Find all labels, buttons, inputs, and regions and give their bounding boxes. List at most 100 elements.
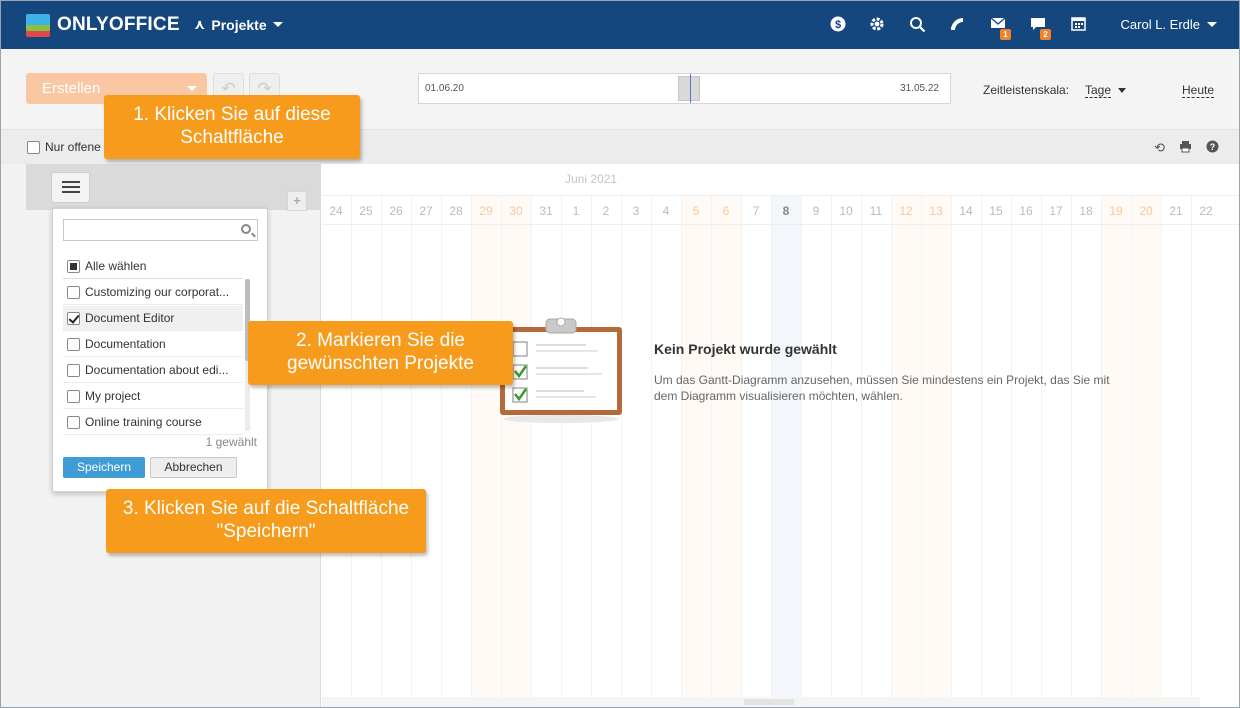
project-select-button[interactable] xyxy=(51,172,90,203)
search-icon[interactable] xyxy=(908,16,926,34)
day-label: 21 xyxy=(1169,204,1183,218)
month-label: Juni 2021 xyxy=(565,172,618,186)
logo[interactable]: ONLYOFFICE xyxy=(25,12,180,38)
timeline-slider[interactable]: 01.06.20 31.05.22 xyxy=(418,73,951,104)
search-icon xyxy=(241,224,251,234)
day-column xyxy=(322,195,351,705)
projects-icon: ⋏ xyxy=(194,16,206,32)
day-label: 7 xyxy=(752,204,760,218)
project-list-item[interactable]: Online training course xyxy=(63,410,243,435)
add-icon[interactable]: + xyxy=(287,191,307,211)
day-column xyxy=(741,195,771,705)
timeline-handle[interactable] xyxy=(678,76,700,101)
select-all-item[interactable]: Alle wählen xyxy=(63,254,243,279)
day-label: 14 xyxy=(959,204,973,218)
chevron-down-icon xyxy=(187,86,197,91)
callout-step-3-text: 3. Klicken Sie auf die Schaltfläche "Spe… xyxy=(122,498,410,542)
day-column xyxy=(441,195,471,705)
day-label: 18 xyxy=(1079,204,1093,218)
day-label: 16 xyxy=(1019,204,1033,218)
day-column xyxy=(771,195,801,705)
only-open-checkbox[interactable] xyxy=(27,141,40,154)
callout-step-1-text: 1. Klicken Sie auf diese Schaltfläche xyxy=(133,104,331,148)
day-column xyxy=(1131,195,1161,705)
timescale-select[interactable]: Tage xyxy=(1085,83,1112,98)
row-actions: ⟲ ? xyxy=(1154,140,1219,156)
day-label: 15 xyxy=(989,204,1003,218)
day-label: 4 xyxy=(662,204,670,218)
day-column xyxy=(1011,195,1041,705)
day-label: 22 xyxy=(1199,204,1213,218)
project-list-item[interactable]: Documentation xyxy=(63,332,243,357)
timeline-end: 31.05.22 xyxy=(900,83,939,94)
project-label: Documentation about edi... xyxy=(85,363,229,377)
project-label: Online training course xyxy=(85,415,202,429)
day-column xyxy=(831,195,861,705)
today-link[interactable]: Heute xyxy=(1182,83,1215,98)
day-label: 12 xyxy=(899,204,913,218)
svg-text:$: $ xyxy=(835,19,841,31)
select-all-checkbox[interactable] xyxy=(67,260,80,273)
day-column xyxy=(531,195,561,705)
module-label: Projekte xyxy=(211,16,267,33)
day-column xyxy=(951,195,981,705)
day-label: 10 xyxy=(839,204,853,218)
day-label: 19 xyxy=(1109,204,1123,218)
day-column xyxy=(981,195,1011,705)
project-label: Documentation xyxy=(85,337,166,351)
day-column xyxy=(591,195,621,705)
chat-badge: 2 xyxy=(1040,29,1051,40)
help-icon[interactable]: ? xyxy=(1206,140,1219,156)
project-checkbox[interactable] xyxy=(67,364,80,377)
project-select-dropdown: Alle wählen Customizing our corporat... D… xyxy=(52,208,268,492)
day-column xyxy=(711,195,741,705)
chevron-down-icon[interactable] xyxy=(1118,88,1126,93)
refresh-icon[interactable]: ⟲ xyxy=(1154,140,1165,156)
gantt-chart-area: Juni 2021 24 25 26 27 28 29 30 31 1 2 3 4 5 6 7 8 9 10 11 1… xyxy=(322,164,1239,707)
project-list-item[interactable]: My project xyxy=(63,384,243,409)
day-label: 24 xyxy=(329,204,343,218)
chevron-down-icon xyxy=(1207,22,1217,27)
cancel-button[interactable]: Abbrechen xyxy=(150,457,237,478)
timeline-start: 01.06.20 xyxy=(425,83,464,94)
scrollbar-thumb[interactable] xyxy=(744,699,794,705)
day-label: 29 xyxy=(479,204,493,218)
project-list-item[interactable]: Documentation about edi... xyxy=(63,358,243,383)
mail-badge: 1 xyxy=(1000,29,1011,40)
calendar-icon[interactable] xyxy=(1069,16,1087,34)
day-label: 3 xyxy=(632,204,640,218)
save-button[interactable]: Speichern xyxy=(63,457,145,478)
payments-icon[interactable]: $ xyxy=(829,16,847,34)
project-checkbox[interactable] xyxy=(67,338,80,351)
day-column xyxy=(681,195,711,705)
only-open-label: Nur offene xyxy=(45,140,101,154)
day-label: 27 xyxy=(419,204,433,218)
callout-step-3: 3. Klicken Sie auf die Schaltfläche "Spe… xyxy=(106,489,426,553)
project-checkbox[interactable] xyxy=(67,286,80,299)
day-column xyxy=(621,195,651,705)
horizontal-scrollbar[interactable] xyxy=(322,697,1200,707)
day-column xyxy=(471,195,501,705)
selected-count: 1 gewählt xyxy=(205,435,257,449)
project-list-item[interactable]: Document Editor xyxy=(63,306,243,331)
day-column xyxy=(351,195,381,705)
module-switcher[interactable]: ⋏ Projekte xyxy=(194,16,283,33)
project-checkbox[interactable] xyxy=(67,390,80,403)
user-menu[interactable]: Carol L. Erdle xyxy=(1121,17,1217,32)
feed-icon[interactable] xyxy=(948,16,966,34)
project-search-input[interactable] xyxy=(63,219,258,241)
user-name: Carol L. Erdle xyxy=(1120,17,1200,32)
project-checkbox[interactable] xyxy=(67,312,80,325)
empty-state-title: Kein Projekt wurde gewählt xyxy=(654,341,837,357)
day-column xyxy=(1041,195,1071,705)
empty-state-text: Um das Gantt-Diagramm anzusehen, müssen … xyxy=(654,373,1110,403)
project-list-item[interactable]: Customizing our corporat... xyxy=(63,280,243,305)
gear-icon[interactable] xyxy=(868,16,886,34)
clipboard-icon xyxy=(498,314,624,424)
project-checkbox[interactable] xyxy=(67,416,80,429)
svg-text:?: ? xyxy=(1210,142,1216,152)
day-label: 30 xyxy=(509,204,523,218)
print-icon[interactable] xyxy=(1179,140,1192,156)
chevron-down-icon xyxy=(272,22,283,27)
create-button-label: Erstellen xyxy=(42,80,101,97)
